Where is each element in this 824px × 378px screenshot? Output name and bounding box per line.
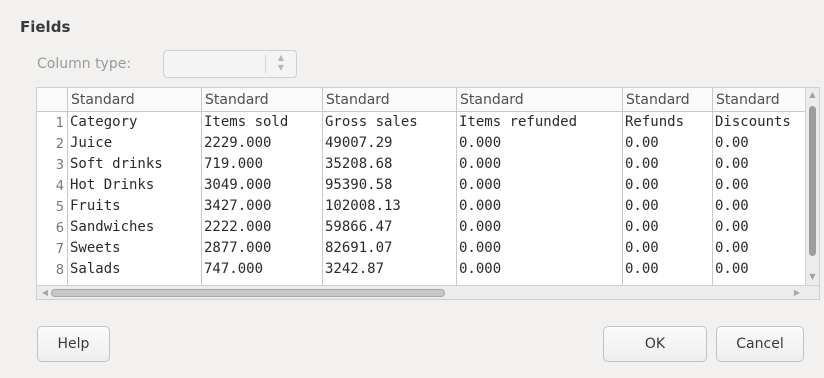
table-cell[interactable]: Salads (68, 259, 201, 280)
table-cell[interactable]: 82691.07 (323, 238, 456, 259)
table-cell[interactable]: 0.00 (713, 238, 807, 259)
row-number: 4 (55, 179, 64, 194)
row-number: 1 (55, 116, 64, 131)
scroll-down-icon[interactable]: ▼ (806, 272, 819, 281)
row-number: 2 (55, 137, 64, 152)
table-cell[interactable]: 0.000 (457, 259, 622, 280)
select-spin-icon: ▲ ▼ (277, 53, 285, 72)
table-cell[interactable]: Gross sales (323, 112, 456, 133)
table-cell[interactable]: 0.000 (457, 175, 622, 196)
table-cell[interactable]: 0.00 (623, 217, 712, 238)
table-cell[interactable]: 0.00 (713, 259, 807, 280)
select-divider (265, 55, 266, 73)
table-cell[interactable]: Items refunded (457, 112, 622, 133)
column-type-select[interactable]: ▲ ▼ (163, 50, 297, 78)
table-cell[interactable]: 0.000 (457, 133, 622, 154)
table-cell[interactable]: 49007.29 (323, 133, 456, 154)
table-cell[interactable]: 0.00 (713, 175, 807, 196)
table-cell[interactable]: 0.00 (713, 133, 807, 154)
table-cell[interactable]: Sweets (68, 238, 201, 259)
table-cell[interactable]: Category (68, 112, 201, 133)
cancel-button[interactable]: Cancel (716, 326, 804, 362)
table-cell[interactable]: Sandwiches (68, 217, 201, 238)
table-cell[interactable]: Hot Drinks (68, 175, 201, 196)
table-row[interactable]: 4 Hot Drinks 3049.000 95390.58 0.000 0.00 0.00 (37, 175, 805, 196)
column-type-header-cell[interactable]: Standard (623, 88, 713, 111)
table-cell[interactable]: 0.000 (457, 196, 622, 217)
table-cell[interactable]: 0.000 (457, 154, 622, 175)
help-button[interactable]: Help (37, 326, 110, 362)
row-number: 6 (55, 221, 64, 236)
fields-heading: Fields (20, 18, 71, 36)
ok-button[interactable]: OK (603, 326, 707, 362)
table-row[interactable]: 8 Salads 747.000 3242.87 0.000 0.00 0.00 (37, 259, 805, 280)
table-cell[interactable]: 2877.000 (202, 238, 322, 259)
table-cell[interactable]: Items sold (202, 112, 322, 133)
table-cell[interactable]: 0.00 (623, 133, 712, 154)
column-type-header-cell[interactable]: Standard (713, 88, 807, 111)
table-row[interactable]: 3 Soft drinks 719.000 35208.68 0.000 0.00 0.00 (37, 154, 805, 175)
scroll-up-icon[interactable]: ▲ (806, 90, 819, 99)
column-type-label: Column type: (37, 56, 132, 72)
table-row[interactable]: 5 Fruits 3427.000 102008.13 0.000 0.00 0.00 (37, 196, 805, 217)
table-cell[interactable]: Soft drinks (68, 154, 201, 175)
row-number: 8 (55, 263, 64, 278)
row-number: 3 (55, 158, 64, 173)
scroll-left-icon[interactable]: ◀ (39, 286, 51, 299)
table-cell[interactable]: 0.00 (623, 196, 712, 217)
table-cell[interactable]: 2222.000 (202, 217, 322, 238)
row-number: 7 (55, 242, 64, 257)
table-cell[interactable]: 35208.68 (323, 154, 456, 175)
table-cell[interactable]: 0.000 (457, 238, 622, 259)
horizontal-scrollbar[interactable]: ◀ ▶ (37, 285, 819, 299)
table-cell[interactable]: 0.00 (623, 259, 712, 280)
vertical-scroll-thumb[interactable] (809, 106, 816, 256)
table-cell[interactable]: 0.00 (623, 238, 712, 259)
table-cell[interactable]: 0.00 (713, 154, 807, 175)
table-cell[interactable]: Refunds (623, 112, 712, 133)
table-cell[interactable]: 59866.47 (323, 217, 456, 238)
table-row[interactable]: 2 Juice 2229.000 49007.29 0.000 0.00 0.00 (37, 133, 805, 154)
table-cell[interactable]: 747.000 (202, 259, 322, 280)
column-type-header: Standard Standard Standard Standard Stan… (37, 88, 819, 112)
table-cell[interactable]: 0.00 (623, 154, 712, 175)
table-cell[interactable]: 0.00 (623, 175, 712, 196)
table-cell[interactable]: 2229.000 (202, 133, 322, 154)
table-row[interactable]: 1 Category Items sold Gross sales Items refu… (37, 112, 805, 133)
row-number: 5 (55, 200, 64, 215)
table-cell[interactable]: 0.00 (713, 196, 807, 217)
vertical-scrollbar[interactable]: ▲ ▼ (805, 88, 819, 286)
table-cell[interactable]: 3242.87 (323, 259, 456, 280)
table-cell[interactable]: 719.000 (202, 154, 322, 175)
table-cell[interactable]: 95390.58 (323, 175, 456, 196)
table-cell[interactable]: 0.000 (457, 217, 622, 238)
table-cell[interactable]: 0.00 (713, 217, 807, 238)
column-type-header-cell[interactable]: Standard (68, 88, 202, 111)
scroll-right-icon[interactable]: ▶ (791, 286, 803, 299)
column-type-header-cell[interactable]: Standard (323, 88, 457, 111)
horizontal-scroll-thumb[interactable] (51, 289, 445, 297)
table-cell[interactable]: Fruits (68, 196, 201, 217)
table-cell[interactable]: Juice (68, 133, 201, 154)
table-cell[interactable]: 3427.000 (202, 196, 322, 217)
table-cell[interactable]: Discounts (713, 112, 807, 133)
column-type-header-cell[interactable]: Standard (457, 88, 623, 111)
column-type-header-cell[interactable]: Standard (202, 88, 323, 111)
table-cell[interactable]: 102008.13 (323, 196, 456, 217)
table-row[interactable]: 6 Sandwiches 2222.000 59866.47 0.000 0.00 0.00 (37, 217, 805, 238)
data-preview-grid[interactable]: Standard Standard Standard Standard Stan… (36, 87, 820, 300)
table-cell[interactable]: 3049.000 (202, 175, 322, 196)
table-row[interactable]: 7 Sweets 2877.000 82691.07 0.000 0.00 0.00 (37, 238, 805, 259)
